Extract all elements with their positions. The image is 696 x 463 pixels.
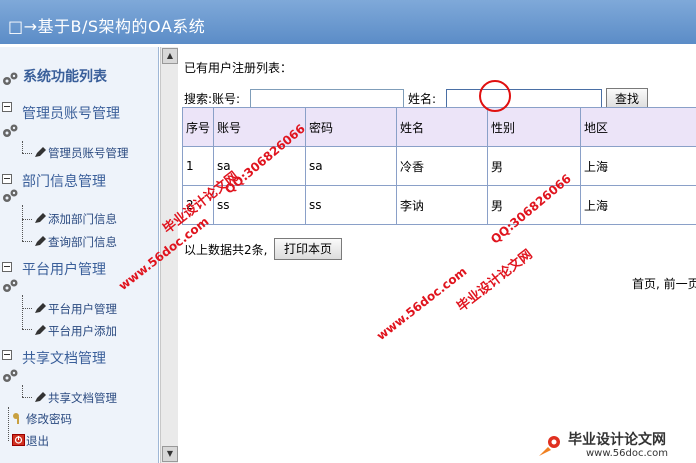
table-cell: 上海 bbox=[580, 185, 696, 225]
column-header: 性别 bbox=[487, 107, 581, 147]
collapse-toggle[interactable] bbox=[2, 350, 12, 360]
sidebar-item-label: 管理员账号管理 bbox=[48, 146, 129, 160]
search-account-label: 搜索:账号: bbox=[184, 92, 241, 106]
tree-line bbox=[22, 385, 23, 397]
sidebar: 系统功能列表 管理员账号管理 管理员账号管理 部门信息管理 添加部门信息 查询部… bbox=[0, 47, 159, 463]
sidebar-section-dept[interactable]: 部门信息管理 bbox=[22, 171, 106, 191]
main-content: 已有用户注册列表： 搜索:账号: 姓名: 查找 序号 账号 密码 姓名 性别 地… bbox=[178, 47, 696, 463]
sidebar-section-docs[interactable]: 共享文档管理 bbox=[22, 348, 106, 368]
collapse-toggle[interactable] bbox=[2, 262, 12, 272]
tree-line bbox=[22, 329, 32, 330]
list-title: 已有用户注册列表： bbox=[184, 61, 293, 75]
change-password-link[interactable]: 修改密码 bbox=[12, 411, 72, 427]
tree-line bbox=[22, 397, 32, 398]
table-cell: ss bbox=[305, 185, 397, 225]
key-icon bbox=[13, 413, 19, 424]
pencil-icon bbox=[35, 392, 46, 402]
table-cell: 1 bbox=[182, 146, 214, 186]
pencil-icon bbox=[35, 236, 46, 246]
gear-icon bbox=[3, 189, 18, 202]
sidebar-item-label: 添加部门信息 bbox=[48, 212, 117, 226]
table-cell: 李讷 bbox=[396, 185, 488, 225]
record-count: 以上数据共2条, bbox=[184, 243, 268, 257]
app-title: □→基于B/S架构的OA系统 bbox=[8, 17, 206, 36]
sidebar-item-label: 查询部门信息 bbox=[48, 235, 117, 249]
print-button[interactable]: 打印本页 bbox=[274, 238, 342, 260]
pencil-icon bbox=[35, 303, 46, 313]
column-header: 密码 bbox=[305, 107, 397, 147]
logo-text: 毕业设计论文网 bbox=[568, 432, 666, 448]
logout-link[interactable]: 退出 bbox=[12, 433, 49, 449]
collapse-toggle[interactable] bbox=[2, 102, 12, 112]
sidebar-item-label: 平台用户添加 bbox=[48, 324, 117, 338]
table-cell: 上海 bbox=[580, 146, 696, 186]
logo-url: www.56doc.com bbox=[586, 448, 669, 459]
highlight-circle bbox=[479, 80, 511, 112]
sidebar-header: 系统功能列表 bbox=[23, 69, 107, 85]
gear-icon bbox=[3, 369, 18, 382]
rocket-icon bbox=[539, 436, 560, 456]
sidebar-item-user-manage[interactable]: 平台用户管理 bbox=[34, 301, 117, 317]
sidebar-item-add-dept[interactable]: 添加部门信息 bbox=[34, 211, 117, 227]
table-cell: sa bbox=[305, 146, 397, 186]
change-password-label: 修改密码 bbox=[26, 412, 72, 426]
sidebar-item-user-add[interactable]: 平台用户添加 bbox=[34, 323, 117, 339]
power-icon bbox=[12, 434, 25, 446]
title-bar: □→基于B/S架构的OA系统 bbox=[0, 0, 696, 44]
table-row: 2 ss ss 李讷 男 上海 bbox=[182, 185, 696, 225]
gear-icon bbox=[3, 279, 18, 292]
sidebar-item-shared-docs[interactable]: 共享文档管理 bbox=[34, 390, 117, 406]
scroll-down-button[interactable]: ▼ bbox=[162, 446, 178, 462]
table-header-row: 序号 账号 密码 姓名 性别 地区 bbox=[182, 107, 696, 147]
tree-line bbox=[22, 205, 23, 241]
tree-line bbox=[22, 219, 32, 220]
pager-links[interactable]: 首页, 前一页 bbox=[632, 275, 696, 292]
column-header: 地区 bbox=[580, 107, 696, 147]
tree-line bbox=[22, 153, 32, 154]
sidebar-item-label: 平台用户管理 bbox=[48, 302, 117, 316]
sidebar-item-admin-account[interactable]: 管理员账号管理 bbox=[34, 145, 129, 161]
tree-line bbox=[22, 241, 32, 242]
search-name-label: 姓名: bbox=[408, 92, 437, 106]
pencil-icon bbox=[35, 147, 46, 157]
gear-icon bbox=[3, 124, 18, 137]
tree-line bbox=[8, 407, 9, 441]
gear-icon bbox=[3, 72, 18, 85]
table-cell: 冷香 bbox=[396, 146, 488, 186]
tree-line bbox=[22, 295, 23, 329]
sidebar-section-users[interactable]: 平台用户管理 bbox=[22, 259, 106, 279]
tree-line bbox=[22, 308, 32, 309]
pencil-icon bbox=[35, 325, 46, 335]
site-logo: 毕业设计论文网 www.56doc.com bbox=[528, 428, 696, 463]
sidebar-item-label: 共享文档管理 bbox=[48, 391, 117, 405]
scroll-up-button[interactable]: ▲ bbox=[162, 48, 178, 64]
column-header: 序号 bbox=[182, 107, 214, 147]
logout-label: 退出 bbox=[26, 434, 49, 448]
sidebar-item-query-dept[interactable]: 查询部门信息 bbox=[34, 234, 117, 250]
collapse-toggle[interactable] bbox=[2, 174, 12, 184]
column-header: 姓名 bbox=[396, 107, 488, 147]
tree-line bbox=[22, 141, 23, 153]
pencil-icon bbox=[35, 213, 46, 223]
sidebar-section-admin[interactable]: 管理员账号管理 bbox=[22, 103, 120, 123]
